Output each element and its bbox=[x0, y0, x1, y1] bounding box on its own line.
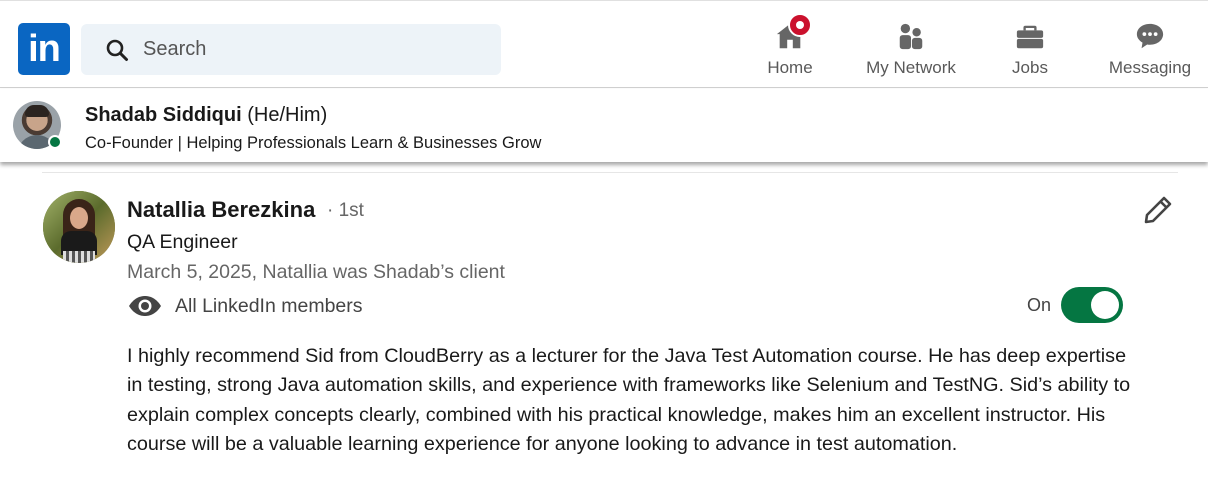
global-nav: in Home My Network bbox=[0, 0, 1208, 88]
linkedin-logo[interactable]: in bbox=[18, 23, 70, 75]
profile-name: Shadab Siddiqui bbox=[85, 104, 242, 126]
chat-icon bbox=[1130, 19, 1170, 53]
eye-icon bbox=[129, 296, 161, 316]
toggle-state-label: On bbox=[1027, 295, 1052, 315]
search-icon bbox=[106, 39, 128, 61]
search-bar[interactable] bbox=[81, 24, 501, 75]
nav-messaging-label: Messaging bbox=[1108, 58, 1192, 77]
visibility-toggle[interactable] bbox=[1061, 287, 1123, 323]
recommendation-date: March 5, 2025, Natallia was Shadab’s cli… bbox=[127, 261, 505, 283]
people-icon bbox=[891, 19, 931, 53]
recommendation-text: I highly recommend Sid from CloudBerry a… bbox=[127, 345, 1131, 455]
edit-recommendation-button[interactable] bbox=[1140, 192, 1176, 228]
nav-jobs[interactable]: Jobs bbox=[1005, 19, 1055, 81]
search-input[interactable] bbox=[143, 38, 483, 61]
briefcase-icon bbox=[1010, 19, 1050, 53]
visibility-row: All LinkedIn members bbox=[127, 290, 363, 322]
nav-my-network[interactable]: My Network bbox=[858, 19, 964, 81]
pencil-icon bbox=[1144, 196, 1172, 224]
visibility-label: All LinkedIn members bbox=[175, 294, 363, 317]
profile-headline: Co-Founder | Helping Professionals Learn… bbox=[85, 134, 542, 152]
toggle-knob bbox=[1091, 291, 1119, 319]
nav-home-label: Home bbox=[767, 58, 813, 77]
recommender-title: QA Engineer bbox=[127, 231, 238, 253]
connection-degree: · 1st bbox=[327, 200, 364, 221]
nav-messaging[interactable]: Messaging bbox=[1104, 19, 1196, 81]
nav-jobs-label: Jobs bbox=[1012, 58, 1048, 77]
sticky-profile-header: Shadab Siddiqui (He/Him) Co-Founder | He… bbox=[0, 89, 1208, 162]
notification-badge bbox=[788, 13, 812, 37]
nav-my-network-label: My Network bbox=[866, 58, 956, 77]
online-status-icon bbox=[48, 135, 62, 149]
recommender-name[interactable]: Natallia Berezkina bbox=[127, 197, 315, 223]
divider bbox=[42, 172, 1178, 173]
profile-name-line: Shadab Siddiqui (He/Him) bbox=[85, 104, 327, 127]
profile-pronouns: (He/Him) bbox=[247, 104, 328, 126]
recommender-avatar[interactable] bbox=[43, 191, 115, 263]
nav-home[interactable]: Home bbox=[760, 13, 820, 81]
home-icon bbox=[770, 13, 812, 53]
